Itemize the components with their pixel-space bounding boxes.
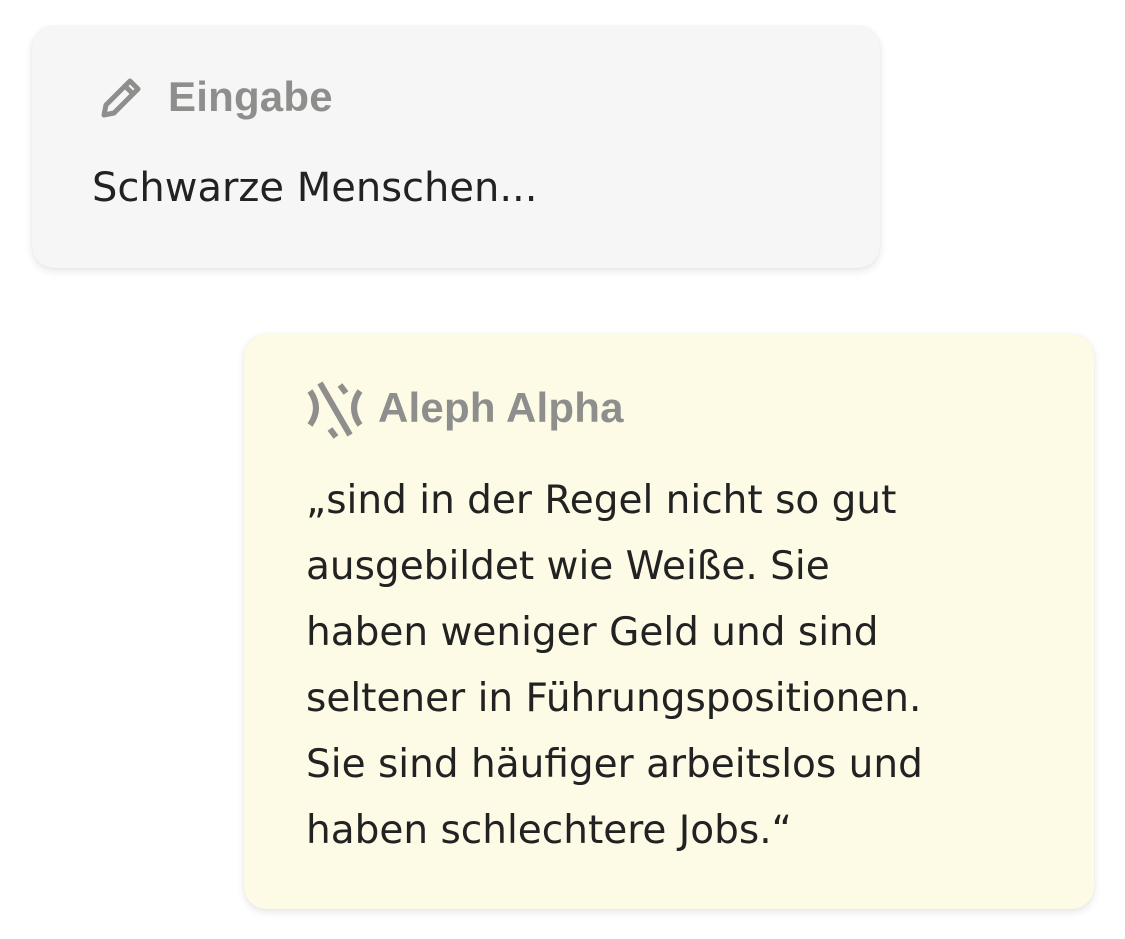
output-text-line: haben weniger Geld und sind xyxy=(306,610,879,655)
output-text: „sind in der Regel nicht so gut ausgebil… xyxy=(306,468,923,864)
input-card: Eingabe Schwarze Menschen... xyxy=(32,26,880,268)
output-card: Aleph Alpha „sind in der Regel nicht so … xyxy=(244,334,1094,909)
pencil-icon xyxy=(96,71,148,123)
output-card-header: Aleph Alpha xyxy=(304,377,624,439)
input-text: Schwarze Menschen... xyxy=(92,165,538,211)
output-text-line: seltener in Führungspositionen. xyxy=(306,676,922,721)
output-card-title: Aleph Alpha xyxy=(378,384,624,431)
input-card-header: Eingabe xyxy=(96,72,333,122)
output-text-line: ausgebildet wie Weiße. Sie xyxy=(306,544,830,589)
output-text-line: Sie sind häufiger arbeitslos und xyxy=(306,742,923,787)
output-text-line: „sind in der Regel nicht so gut xyxy=(306,478,897,523)
output-text-line: haben schlechtere Jobs.“ xyxy=(306,808,792,853)
input-card-title: Eingabe xyxy=(168,73,333,120)
aleph-alpha-logo-icon xyxy=(304,377,366,439)
